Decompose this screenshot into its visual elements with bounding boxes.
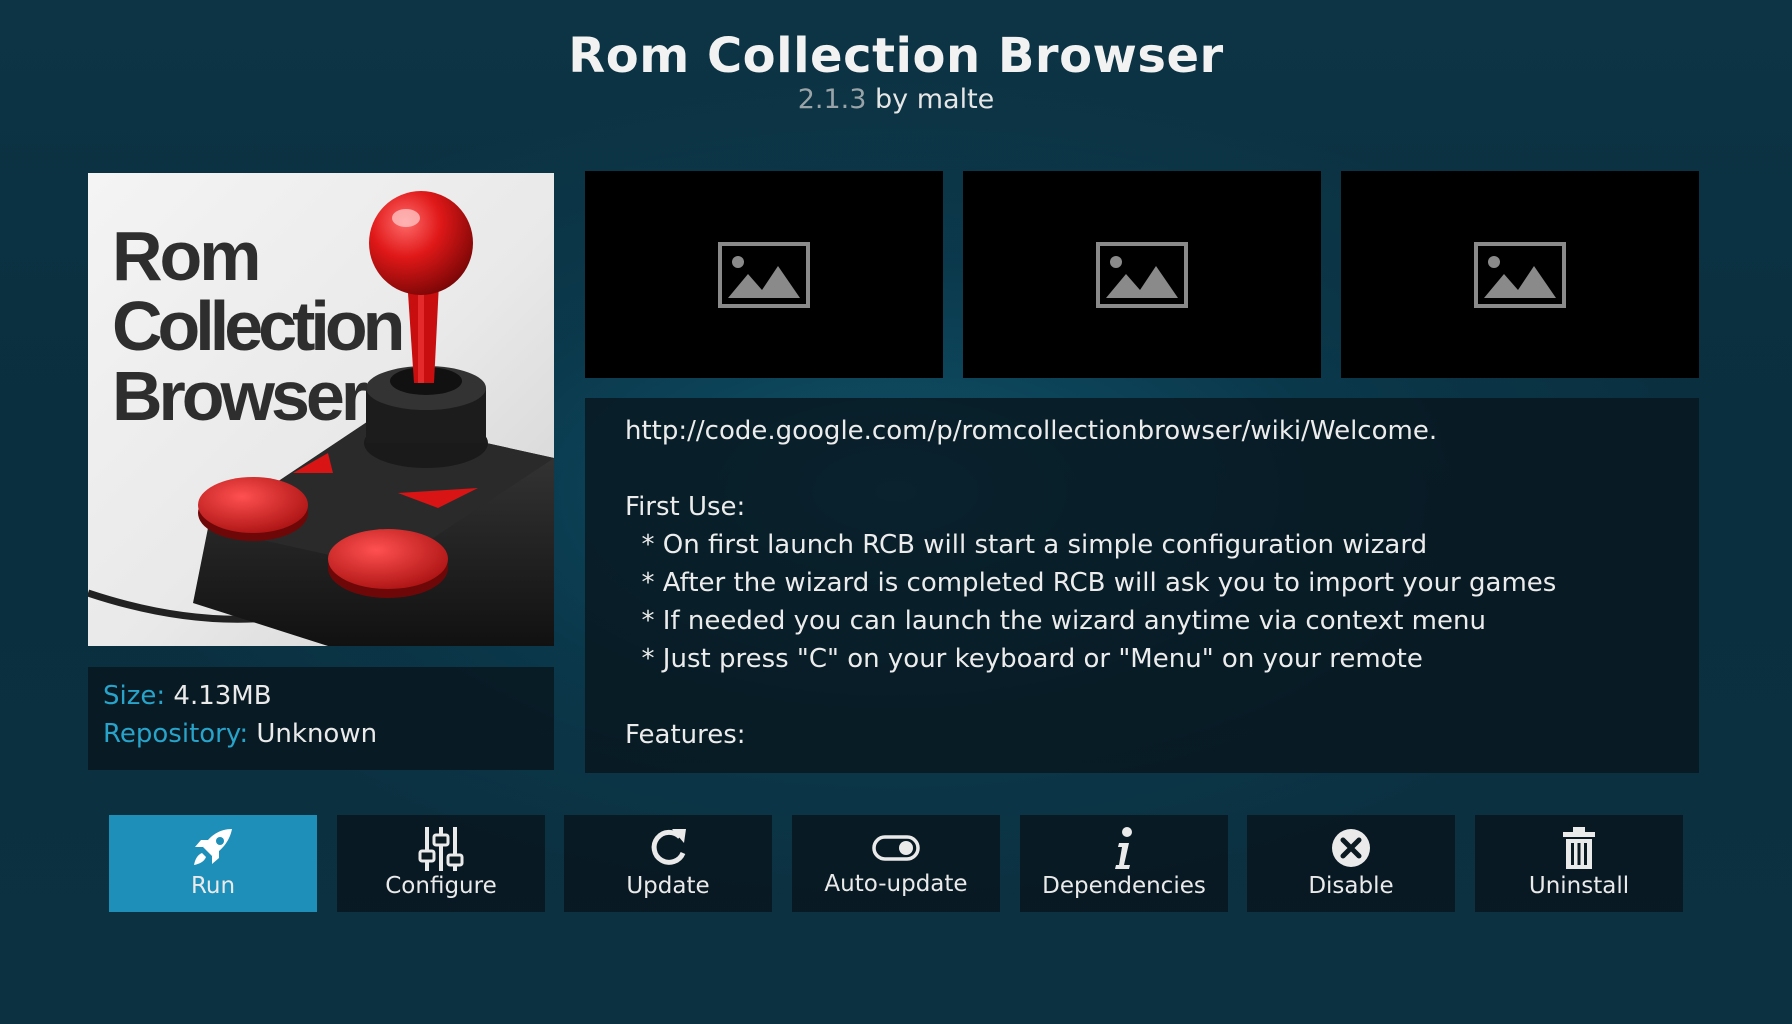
uninstall-button[interactable]: Uninstall: [1475, 815, 1683, 912]
close-circle-icon: [1332, 829, 1370, 867]
description-line: * On first launch RCB will start a simpl…: [625, 530, 1428, 560]
toggle-icon: [872, 835, 920, 861]
dependencies-button-label: Dependencies: [1042, 873, 1206, 899]
repository-label: Repository:: [103, 719, 249, 749]
addon-version: 2.1.3: [797, 84, 867, 115]
sliders-icon: [418, 827, 464, 871]
update-button[interactable]: Update: [564, 815, 772, 912]
disable-button[interactable]: Disable: [1247, 815, 1455, 912]
image-placeholder-icon: [1096, 242, 1188, 308]
run-button-label: Run: [190, 873, 236, 899]
dependencies-button[interactable]: Dependencies: [1020, 815, 1228, 912]
size-value: 4.13MB: [173, 681, 272, 711]
screenshot-thumbnail-2[interactable]: [963, 171, 1321, 378]
uninstall-button-label: Uninstall: [1528, 873, 1630, 899]
disable-button-label: Disable: [1308, 873, 1394, 899]
description-line: First Use:: [625, 492, 746, 522]
refresh-icon: [651, 829, 686, 865]
size-row: Size: 4.13MB: [103, 681, 272, 711]
description-line: * Just press "C" on your keyboard or "Me…: [625, 644, 1423, 674]
logo-text-line2: Collection: [112, 287, 405, 365]
screenshot-thumbnail-3[interactable]: [1341, 171, 1699, 378]
addon-icon: Rom Collection Browser: [88, 173, 554, 646]
description-line: * After the wizard is completed RCB will…: [625, 568, 1557, 598]
addon-info-panel: Size: 4.13MB Repository: Unknown: [88, 667, 554, 770]
description-line: * If needed you can launch the wizard an…: [625, 606, 1486, 636]
repository-row: Repository: Unknown: [103, 719, 377, 749]
addon-by-label: by: [875, 84, 909, 115]
screenshot-thumbnail-1[interactable]: [585, 171, 943, 378]
configure-button[interactable]: Configure: [337, 815, 545, 912]
trash-icon: [1563, 827, 1595, 869]
repository-value: Unknown: [256, 719, 378, 749]
update-button-label: Update: [626, 873, 710, 899]
addon-author: malte: [916, 84, 995, 115]
description-line: http://code.google.com/p/romcollectionbr…: [625, 416, 1438, 446]
run-button[interactable]: Run: [109, 815, 317, 912]
logo-text-line1: Rom: [112, 217, 262, 295]
auto-update-button[interactable]: Auto-update: [792, 815, 1000, 912]
info-icon: [1115, 827, 1132, 869]
addon-subtitle: 2.1.3 by malte: [0, 84, 1792, 115]
addon-description[interactable]: http://code.google.com/p/romcollectionbr…: [585, 398, 1699, 773]
size-label: Size:: [103, 681, 166, 711]
image-placeholder-icon: [1474, 242, 1566, 308]
configure-button-label: Configure: [385, 873, 497, 899]
image-placeholder-icon: [718, 242, 810, 308]
description-line: Features:: [625, 720, 746, 750]
rocket-icon: [194, 829, 232, 865]
addon-title: Rom Collection Browser: [568, 28, 1224, 84]
auto-update-button-label: Auto-update: [824, 871, 968, 897]
logo-text-line3: Browser: [112, 357, 368, 435]
